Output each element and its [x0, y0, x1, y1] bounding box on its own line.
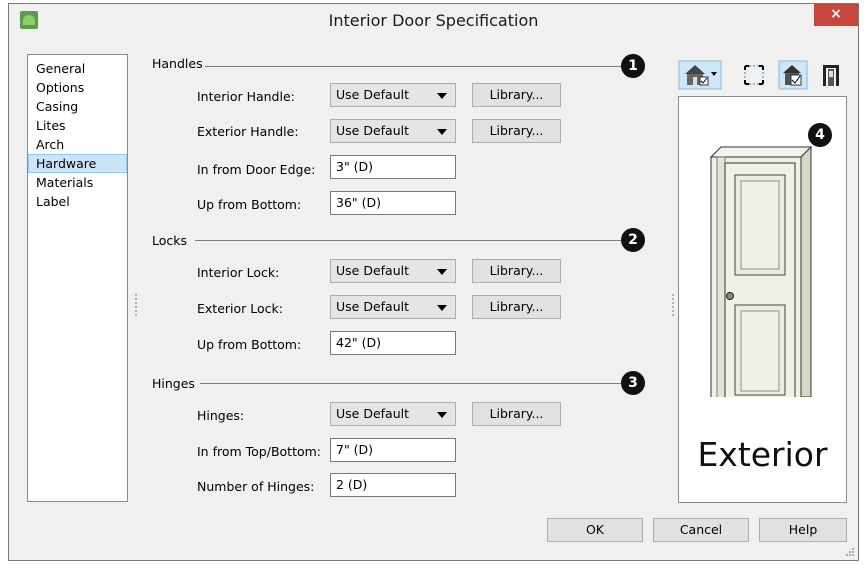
dropdown-arrow-icon [437, 93, 447, 99]
handles-divider [205, 66, 621, 67]
fill-window-button[interactable] [739, 60, 769, 90]
lock-up-from-bottom-label: Up from Bottom: [197, 337, 302, 352]
exterior-lock-library-button[interactable]: Library... [472, 295, 561, 319]
callout-badge-1: 1 [621, 54, 645, 78]
callout-badge-2: 2 [621, 228, 645, 252]
door-edge-input[interactable]: 3" (D) [330, 155, 456, 179]
nav-item-lites[interactable]: Lites [28, 116, 127, 135]
hinges-select[interactable]: Use Default [330, 402, 456, 426]
interior-handle-label: Interior Handle: [197, 89, 295, 104]
door-view-button[interactable] [816, 60, 846, 90]
number-of-hinges-label: Number of Hinges: [197, 479, 315, 494]
nav-item-general[interactable]: General [28, 59, 127, 78]
exterior-handle-select[interactable]: Use Default [330, 119, 456, 143]
right-splitter[interactable] [672, 294, 676, 316]
nav-item-arch[interactable]: Arch [28, 135, 127, 154]
interior-lock-label: Interior Lock: [197, 265, 280, 280]
top-bottom-input[interactable]: 7" (D) [330, 438, 456, 462]
help-button[interactable]: Help [759, 518, 847, 542]
house-check-icon [778, 60, 808, 90]
locks-divider [195, 240, 621, 241]
preview-caption: Exterior [697, 435, 828, 474]
number-of-hinges-input[interactable]: 2 (D) [330, 473, 456, 497]
exterior-lock-label: Exterior Lock: [197, 301, 283, 316]
exterior-lock-select[interactable]: Use Default [330, 295, 456, 319]
dropdown-arrow-icon [437, 305, 447, 311]
interior-handle-library-button[interactable]: Library... [472, 83, 561, 107]
door-edge-label: In from Door Edge: [197, 162, 316, 177]
callout-badge-3: 3 [621, 371, 645, 395]
nav-item-casing[interactable]: Casing [28, 97, 127, 116]
nav-item-materials[interactable]: Materials [28, 173, 127, 192]
ok-button[interactable]: OK [547, 518, 643, 542]
interior-handle-select[interactable]: Use Default [330, 83, 456, 107]
exterior-lock-value: Use Default [336, 299, 409, 314]
dropdown-arrow-icon [437, 129, 447, 135]
interior-lock-value: Use Default [336, 263, 409, 278]
left-splitter[interactable] [135, 294, 139, 316]
lock-up-from-bottom-input[interactable]: 42" (D) [330, 331, 456, 355]
dropdown-arrow-icon [437, 412, 447, 418]
hinges-value: Use Default [336, 406, 409, 421]
interior-handle-value: Use Default [336, 87, 409, 102]
view-mode-dropdown-button[interactable] [678, 60, 722, 90]
locks-heading: Locks [152, 233, 188, 248]
hinges-label: Hinges: [197, 408, 245, 423]
hinges-divider [200, 383, 621, 384]
door-illustration [709, 145, 813, 397]
door-frame-icon [823, 65, 839, 86]
handle-up-from-bottom-label: Up from Bottom: [197, 197, 302, 212]
hinges-heading: Hinges [152, 376, 195, 391]
hinges-library-button[interactable]: Library... [472, 402, 561, 426]
handles-heading: Handles [152, 56, 203, 71]
handle-up-from-bottom-input[interactable]: 36" (D) [330, 191, 456, 215]
exterior-handle-library-button[interactable]: Library... [472, 119, 561, 143]
dropdown-arrow-icon [437, 269, 447, 275]
nav-item-hardware[interactable]: Hardware [28, 154, 127, 173]
exterior-handle-value: Use Default [336, 123, 409, 138]
exterior-handle-label: Exterior Handle: [197, 124, 299, 139]
category-list: General Options Casing Lites Arch Hardwa… [27, 54, 128, 502]
cancel-button[interactable]: Cancel [653, 518, 749, 542]
title-bar: Interior Door Specification × [9, 4, 858, 36]
interior-lock-select[interactable]: Use Default [330, 259, 456, 283]
window-title: Interior Door Specification [328, 11, 539, 30]
preview-toggle-button[interactable] [778, 60, 808, 90]
house-icon [678, 60, 722, 90]
close-button[interactable]: × [814, 4, 858, 26]
fill-window-icon [744, 65, 764, 85]
interior-lock-library-button[interactable]: Library... [472, 259, 561, 283]
nav-item-label[interactable]: Label [28, 192, 127, 211]
top-bottom-label: In from Top/Bottom: [197, 444, 322, 459]
resize-grip-icon[interactable] [845, 547, 855, 557]
door-preview: 4 Exterior [678, 96, 847, 503]
dialog-window: Interior Door Specification × General Op… [8, 3, 859, 561]
nav-item-options[interactable]: Options [28, 78, 127, 97]
